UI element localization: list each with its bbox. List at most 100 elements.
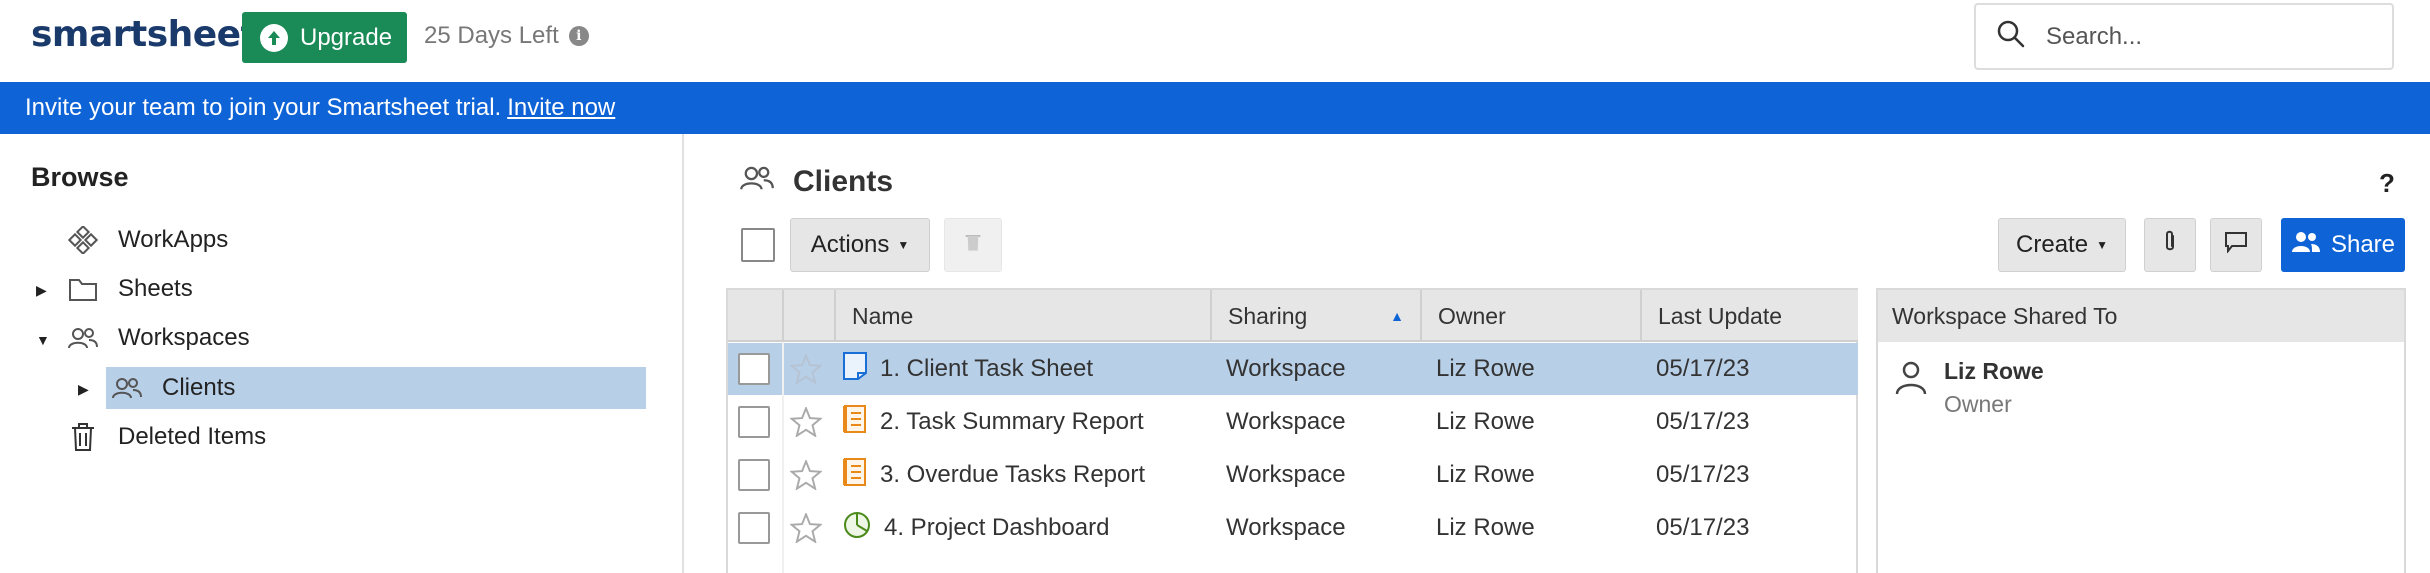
column-header-name[interactable]: Name	[834, 290, 1210, 342]
row-name-text: 2. Task Summary Report	[880, 408, 1144, 435]
star-icon[interactable]	[790, 502, 822, 554]
main-content: Clients ? Actions ▼ Create ▼ Share Name	[686, 134, 2430, 573]
row-checkbox[interactable]	[738, 512, 770, 544]
panel-title: Workspace Shared To	[1878, 290, 2404, 342]
people-icon	[739, 164, 775, 200]
row-checkbox[interactable]	[738, 459, 770, 491]
top-bar: smartsheet Upgrade 25 Days Left i	[0, 0, 2430, 82]
items-table: Name Sharing ▲ Owner Last Update 1. Clie…	[726, 288, 1858, 573]
row-owner: Liz Rowe	[1436, 514, 1535, 541]
share-button[interactable]: Share	[2281, 218, 2405, 272]
report-icon	[842, 404, 868, 441]
column-header-owner[interactable]: Owner	[1420, 290, 1640, 342]
smartsheet-logo[interactable]: smartsheet	[31, 14, 258, 55]
row-owner: Liz Rowe	[1436, 408, 1535, 435]
dashboard-icon	[842, 510, 872, 547]
header-star-col	[782, 290, 834, 342]
header-checkbox-col	[728, 290, 782, 342]
sidebar-item-label: Deleted Items	[118, 423, 267, 450]
people-icon	[66, 323, 100, 353]
comments-button[interactable]	[2210, 218, 2262, 272]
column-header-last-update[interactable]: Last Update	[1640, 290, 1858, 342]
banner-text: Invite your team to join your Smartsheet…	[25, 94, 502, 121]
attachments-button[interactable]	[2144, 218, 2196, 272]
search-icon	[1996, 19, 2026, 54]
row-name[interactable]: 4. Project Dashboard	[842, 502, 1109, 554]
share-label: Share	[2330, 231, 2396, 258]
sidebar-item-label: Clients	[162, 374, 236, 401]
row-last-update: 05/17/23	[1656, 355, 1750, 382]
table-row[interactable]: 1. Client Task Sheet Workspace Liz Rowe …	[728, 343, 1858, 395]
paperclip-icon	[2161, 230, 2179, 261]
sidebar-item-label: WorkApps	[118, 226, 229, 253]
table-row[interactable]: 2. Task Summary Report Workspace Liz Row…	[728, 396, 1858, 448]
table-row[interactable]: 4. Project Dashboard Workspace Liz Rowe …	[728, 502, 1858, 554]
delete-button[interactable]	[944, 218, 1002, 272]
sidebar-item-workspaces[interactable]: Workspaces	[66, 317, 646, 359]
row-last-update: 05/17/23	[1656, 514, 1750, 541]
caret-down-icon: ▼	[897, 238, 910, 252]
star-icon[interactable]	[790, 343, 822, 395]
collapse-arrow-icon[interactable]: ▼	[36, 332, 50, 348]
upgrade-button[interactable]: Upgrade	[242, 12, 407, 63]
upgrade-arrow-icon	[260, 23, 288, 52]
browse-title: Browse	[31, 162, 129, 192]
star-icon[interactable]	[790, 396, 822, 448]
sort-ascending-icon: ▲	[1390, 308, 1404, 324]
sidebar-item-label: Workspaces	[118, 324, 250, 351]
upgrade-label: Upgrade	[300, 23, 393, 51]
invite-now-link[interactable]: Invite now	[507, 94, 615, 122]
table-row[interactable]: 3. Overdue Tasks Report Workspace Liz Ro…	[728, 449, 1858, 501]
workapps-icon	[66, 225, 100, 255]
column-header-sharing[interactable]: Sharing ▲	[1210, 290, 1420, 342]
help-icon[interactable]: ?	[2379, 168, 2395, 199]
create-label: Create	[2016, 231, 2089, 258]
days-left-text: 25 Days Left	[424, 22, 559, 49]
row-checkbox[interactable]	[738, 353, 770, 385]
shared-user[interactable]: Liz Rowe Owner	[1894, 358, 2044, 418]
sidebar-item-label: Sheets	[118, 275, 193, 302]
row-name-text: 4. Project Dashboard	[884, 514, 1110, 541]
sidebar-item-clients[interactable]: Clients	[106, 367, 646, 409]
trash-icon	[964, 231, 982, 259]
row-name-text: 3. Overdue Tasks Report	[880, 461, 1146, 488]
select-all-checkbox[interactable]	[741, 228, 775, 262]
actions-button[interactable]: Actions ▼	[790, 218, 930, 272]
row-sharing: Workspace	[1226, 355, 1346, 382]
sidebar: Browse WorkApps ▶ Sheets ▼ Workspaces ▶ …	[0, 134, 684, 573]
report-icon	[842, 457, 868, 494]
sidebar-item-workapps[interactable]: WorkApps	[66, 219, 646, 261]
row-sharing: Workspace	[1226, 514, 1346, 541]
user-icon	[1894, 358, 1928, 418]
row-name[interactable]: 2. Task Summary Report	[842, 396, 1144, 448]
user-role: Owner	[1944, 391, 2012, 417]
create-button[interactable]: Create ▼	[1998, 218, 2126, 272]
page-title-text: Clients	[793, 165, 894, 198]
trial-banner: Invite your team to join your Smartsheet…	[0, 82, 2430, 134]
expand-arrow-icon[interactable]: ▶	[36, 282, 47, 299]
search-input[interactable]	[2046, 22, 2376, 51]
row-name[interactable]: 3. Overdue Tasks Report	[842, 449, 1145, 501]
sidebar-item-sheets[interactable]: Sheets	[66, 268, 646, 310]
row-name-text: 1. Client Task Sheet	[880, 355, 1094, 382]
column-divider	[782, 342, 784, 573]
row-checkbox[interactable]	[738, 406, 770, 438]
search-box[interactable]	[1974, 3, 2394, 70]
sidebar-item-deleted[interactable]: Deleted Items	[66, 416, 646, 458]
expand-arrow-icon[interactable]: ▶	[78, 381, 89, 398]
star-icon[interactable]	[790, 449, 822, 501]
info-icon[interactable]: i	[568, 26, 589, 46]
trial-days-left: 25 Days Left i	[424, 22, 589, 50]
trash-icon	[66, 422, 100, 452]
row-owner: Liz Rowe	[1436, 355, 1535, 382]
row-sharing: Workspace	[1226, 461, 1346, 488]
people-icon	[110, 373, 144, 403]
shared-to-panel: Workspace Shared To Liz Rowe Owner	[1876, 288, 2406, 573]
row-owner: Liz Rowe	[1436, 461, 1535, 488]
caret-down-icon: ▼	[2096, 238, 2108, 252]
row-name[interactable]: 1. Client Task Sheet	[842, 343, 1093, 395]
table-header: Name Sharing ▲ Owner Last Update	[728, 290, 1858, 342]
comment-icon	[2224, 231, 2248, 260]
actions-label: Actions	[810, 231, 890, 258]
user-name: Liz Rowe	[1944, 358, 2044, 384]
